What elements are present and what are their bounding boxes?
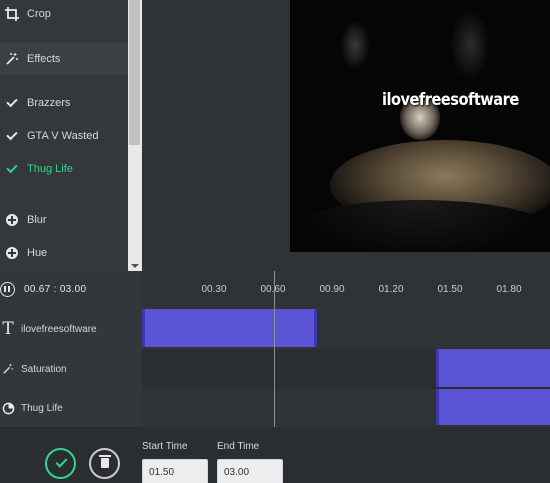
track-label: ilovefreesoftware	[21, 323, 97, 335]
track-label: Thug Life	[21, 402, 63, 414]
track-segment[interactable]	[142, 309, 317, 347]
confirm-button[interactable]	[45, 448, 76, 479]
start-time-input[interactable]: 01.50	[142, 459, 208, 483]
sidebar-item-label: Hue	[27, 247, 48, 259]
sidebar-item-label: GTA V Wasted	[27, 130, 99, 142]
current-time: 00.67	[24, 284, 51, 295]
timeline-header: 00.67 : 03.00 00.30 00.60 00.90 01.20 01…	[0, 271, 550, 309]
sidebar-item-label: Brazzers	[27, 97, 71, 109]
sidebar-item-crop[interactable]: Crop	[0, 0, 128, 30]
sidebar-item-gta-v-wasted[interactable]: GTA V Wasted	[0, 120, 128, 152]
check-icon	[4, 161, 20, 177]
sidebar-scrollbar[interactable]	[128, 0, 142, 271]
playback-controls: 00.67 : 03.00	[0, 271, 142, 309]
preview-area: ilovefreesoftware	[142, 0, 550, 271]
sidebar-item-label: Effects	[27, 53, 61, 65]
playhead[interactable]	[274, 271, 275, 427]
scroll-down-arrow-icon[interactable]	[131, 264, 139, 268]
timeline-tick: 01.80	[496, 284, 522, 295]
scroll-thumb[interactable]	[129, 0, 140, 145]
sidebar-item-label: Blur	[27, 214, 47, 226]
sidebar-item-blur[interactable]: Blur	[0, 204, 128, 236]
plus-circle-icon	[4, 245, 20, 261]
sidebar-item-brazzers[interactable]: Brazzers	[0, 87, 128, 119]
effects-sidebar: Crop Effects Brazzers GTA V Wasted Thug …	[0, 0, 142, 271]
track-lane[interactable]	[142, 349, 550, 389]
track-label: Saturation	[21, 363, 67, 375]
start-time-label: Start Time	[142, 441, 188, 452]
end-time-input[interactable]: 03.00	[217, 459, 283, 483]
trash-icon	[99, 455, 111, 468]
sidebar-item-effects[interactable]: Effects	[0, 43, 128, 75]
timeline-tick: 01.20	[378, 284, 404, 295]
track-lane[interactable]	[142, 389, 550, 429]
crop-icon	[4, 6, 20, 22]
track-row: Thug Life	[0, 389, 550, 427]
end-time-label: End Time	[217, 441, 260, 452]
check-icon	[4, 95, 20, 111]
track-segment[interactable]	[436, 349, 550, 387]
check-icon	[55, 455, 68, 468]
magic-wand-icon	[4, 51, 20, 67]
track-name[interactable]: Thug Life	[0, 389, 142, 427]
sidebar-item-hue[interactable]: Hue	[0, 237, 128, 269]
sidebar-item-thug-life[interactable]: Thug Life	[0, 153, 128, 185]
magic-wand-icon	[0, 361, 16, 377]
timeline-tick: 00.60	[260, 284, 286, 295]
timeline-tick: 00.30	[201, 284, 227, 295]
track-lane[interactable]	[142, 309, 550, 349]
effect-icon	[0, 400, 16, 416]
sidebar-item-label: Crop	[27, 8, 51, 20]
sidebar-item-label: Thug Life	[27, 163, 73, 175]
track-name[interactable]: T ilovefreesoftware	[0, 309, 142, 349]
time-separator: :	[53, 284, 57, 295]
watermark-text: ilovefreesoftware	[382, 90, 519, 110]
check-icon	[4, 128, 20, 144]
timeline-tick: 00.90	[319, 284, 345, 295]
video-preview[interactable]: ilovefreesoftware	[290, 0, 550, 252]
delete-button[interactable]	[89, 448, 120, 479]
track-name[interactable]: Saturation	[0, 349, 142, 389]
time-readout: 00.67 : 03.00	[24, 284, 86, 295]
total-time: 03.00	[59, 284, 87, 295]
track-segment[interactable]	[436, 389, 550, 425]
timeline-tick: 01.50	[437, 284, 463, 295]
effect-editor-panel: Start Time End Time 01.50 03.00	[0, 427, 550, 483]
text-icon: T	[2, 319, 14, 339]
pause-button[interactable]	[0, 282, 15, 297]
track-row: Saturation	[0, 349, 550, 389]
plus-circle-icon	[4, 212, 20, 228]
track-row: T ilovefreesoftware	[0, 309, 550, 349]
